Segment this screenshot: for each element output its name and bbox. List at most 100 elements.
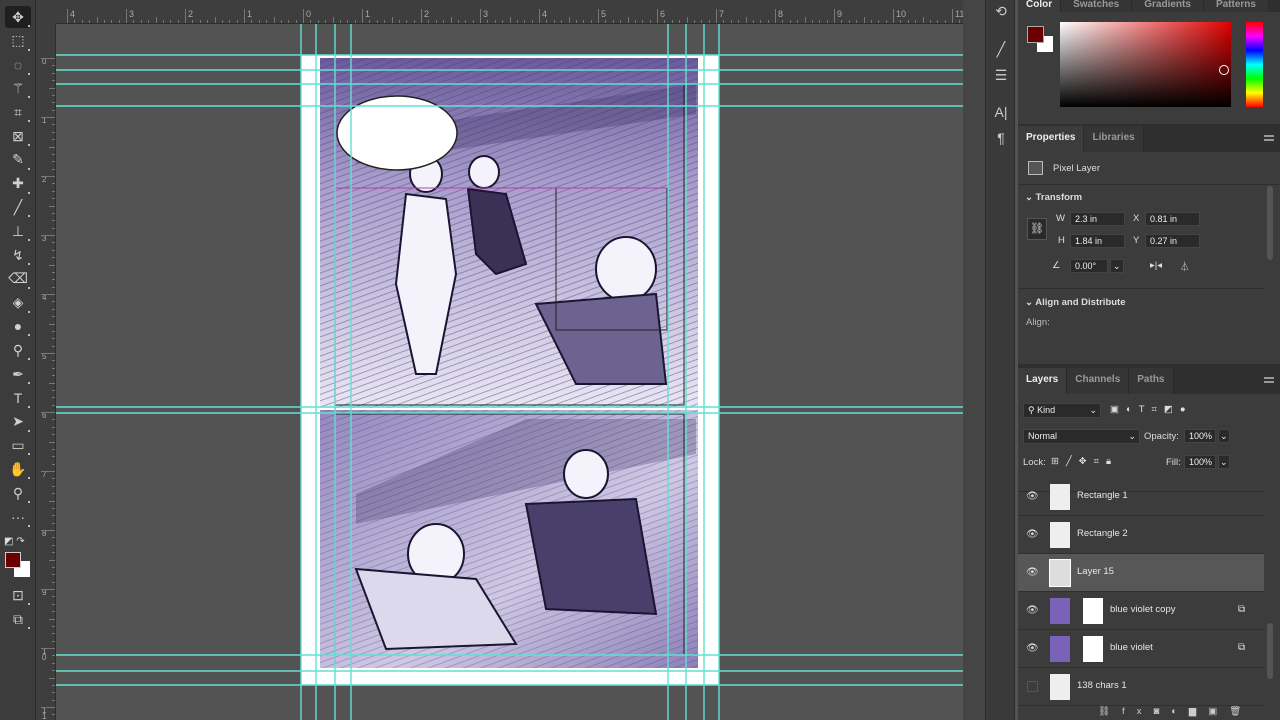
y-field[interactable]: 0.27 in bbox=[1145, 234, 1200, 248]
right-panels: Color Swatches Gradients Patterns Proper… bbox=[1018, 0, 1280, 720]
tab-libraries[interactable]: Libraries bbox=[1084, 126, 1144, 152]
hand-tool[interactable]: ✋ bbox=[5, 458, 31, 480]
layer-row[interactable]: 👁︎ blue violet copy ⧉ bbox=[1018, 592, 1264, 630]
layer-name[interactable]: blue violet bbox=[1110, 642, 1153, 653]
angle-field[interactable]: 0.00° bbox=[1070, 259, 1108, 273]
layer-row[interactable]: 👁︎ Rectangle 2 bbox=[1018, 516, 1264, 554]
history-brush-tool[interactable]: ↯ bbox=[5, 244, 31, 266]
opacity-dropdown[interactable]: ⌄ bbox=[1218, 429, 1230, 443]
comic-page-artwork[interactable] bbox=[56, 24, 963, 720]
quick-mask-button[interactable]: ⊡ bbox=[5, 584, 31, 606]
panel-dock-gap bbox=[963, 0, 985, 720]
flip-horizontal-icon[interactable]: ▸|◂ bbox=[1150, 260, 1162, 271]
panel-menu-icon[interactable] bbox=[1264, 377, 1274, 383]
width-field[interactable]: 2.3 in bbox=[1070, 212, 1125, 226]
character-icon[interactable]: A| bbox=[990, 101, 1012, 123]
color-picker-cursor[interactable] bbox=[1219, 65, 1229, 75]
screen-mode-button[interactable]: ⧉ bbox=[5, 608, 31, 630]
layer-row[interactable]: 👁︎ Layer 15 bbox=[1018, 554, 1264, 592]
visibility-toggle-empty[interactable] bbox=[1027, 681, 1038, 692]
layers-panel: Layers Channels Paths ⚲ Kind ⌄ ▣◐T⌗◩● No… bbox=[1018, 368, 1280, 720]
ruler-top-label: 1 bbox=[247, 9, 253, 19]
healing-brush-tool[interactable]: ✚ bbox=[5, 173, 31, 195]
ruler-left-label: 5 bbox=[42, 352, 47, 361]
ruler-left-label: 3 bbox=[42, 234, 47, 243]
layer-filter-kind[interactable]: ⚲ Kind ⌄ bbox=[1023, 403, 1101, 418]
dodge-tool[interactable]: ⚲ bbox=[5, 339, 31, 361]
marquee-tool[interactable]: ⬚ bbox=[5, 30, 31, 52]
hue-slider[interactable] bbox=[1246, 22, 1263, 107]
paragraph-icon[interactable]: ¶ bbox=[990, 127, 1012, 149]
ruler-left[interactable]: 0 1 2 3 4 5 6 7 8 9 10 11 bbox=[36, 24, 56, 720]
lasso-tool[interactable]: ◌ bbox=[5, 54, 31, 76]
ruler-top-label: 3 bbox=[129, 9, 135, 19]
adjustments-icon[interactable]: ☰ bbox=[990, 64, 1012, 86]
flip-vertical-icon[interactable]: ⏃ bbox=[1180, 259, 1190, 273]
history-icon[interactable]: ⟲ bbox=[990, 0, 1012, 22]
angle-dropdown[interactable]: ⌄ bbox=[1110, 259, 1124, 273]
layers-scrollbar[interactable] bbox=[1267, 623, 1273, 679]
layer-row[interactable]: 👁︎ blue violet ⧉ bbox=[1018, 630, 1264, 668]
document-canvas[interactable] bbox=[56, 24, 963, 720]
tab-properties[interactable]: Properties bbox=[1018, 126, 1085, 152]
transform-section-toggle[interactable]: ⌄ Transform bbox=[1025, 192, 1082, 203]
fill-field[interactable]: 100% bbox=[1184, 455, 1216, 469]
tab-color[interactable]: Color bbox=[1018, 0, 1062, 12]
properties-scrollbar[interactable] bbox=[1267, 186, 1273, 260]
tab-swatches[interactable]: Swatches bbox=[1061, 0, 1133, 12]
move-tool[interactable]: ✥ bbox=[5, 6, 31, 28]
layer-name[interactable]: Rectangle 2 bbox=[1077, 528, 1128, 539]
tab-channels[interactable]: Channels bbox=[1067, 368, 1130, 394]
panel-menu-icon[interactable] bbox=[1264, 135, 1274, 141]
layer-name[interactable]: Layer 15 bbox=[1077, 566, 1114, 577]
foreground-color-swatch[interactable] bbox=[1027, 26, 1044, 43]
visibility-eye-icon[interactable]: 👁︎ bbox=[1026, 529, 1039, 540]
clone-stamp-tool[interactable]: ⊥ bbox=[5, 220, 31, 242]
tab-patterns[interactable]: Patterns bbox=[1203, 0, 1269, 12]
visibility-eye-icon[interactable]: 👁︎ bbox=[1026, 567, 1039, 578]
path-selection-tool[interactable]: ➤ bbox=[5, 411, 31, 433]
layer-actions-bar[interactable]: ⛓fx◙◐▆▣🗑︎ bbox=[1098, 706, 1253, 718]
brush-settings-icon[interactable]: ╱ bbox=[990, 38, 1012, 60]
align-section-toggle[interactable]: ⌄ Align and Distribute bbox=[1025, 297, 1126, 308]
lock-icons[interactable]: ⊞╱✥⌗🔒︎ bbox=[1051, 456, 1118, 467]
eyedropper-tool[interactable]: ✎ bbox=[5, 149, 31, 171]
rectangle-tool[interactable]: ▭ bbox=[5, 434, 31, 456]
type-tool[interactable]: T bbox=[5, 387, 31, 409]
visibility-eye-icon[interactable]: 👁︎ bbox=[1026, 605, 1039, 616]
layer-name[interactable]: Rectangle 1 bbox=[1077, 490, 1128, 501]
fill-dropdown[interactable]: ⌄ bbox=[1218, 455, 1230, 469]
tab-paths[interactable]: Paths bbox=[1129, 368, 1174, 394]
crop-tool[interactable]: ⌗ bbox=[5, 101, 31, 123]
blur-tool[interactable]: ● bbox=[5, 315, 31, 337]
eraser-tool[interactable]: ⌫ bbox=[5, 268, 31, 290]
tab-layers[interactable]: Layers bbox=[1018, 368, 1068, 394]
tab-gradients[interactable]: Gradients bbox=[1132, 0, 1204, 12]
swap-colors-icon[interactable]: ◩ ↷ bbox=[4, 536, 25, 547]
visibility-eye-icon[interactable]: 👁︎ bbox=[1026, 491, 1039, 502]
color-field[interactable] bbox=[1060, 22, 1231, 107]
zoom-tool[interactable]: ⚲ bbox=[5, 482, 31, 504]
more-tools[interactable]: ··· bbox=[5, 506, 31, 528]
layer-row[interactable]: 👁︎ Rectangle 1 bbox=[1018, 478, 1264, 516]
layer-mask-thumbnail[interactable] bbox=[1083, 598, 1103, 624]
frame-tool[interactable]: ⊠ bbox=[5, 125, 31, 147]
brush-tool[interactable]: ╱ bbox=[5, 196, 31, 218]
height-field[interactable]: 1.84 in bbox=[1070, 234, 1125, 248]
layer-name[interactable]: blue violet copy bbox=[1110, 604, 1175, 615]
foreground-color-swatch[interactable] bbox=[5, 552, 21, 568]
layer-mask-thumbnail[interactable] bbox=[1083, 636, 1103, 662]
ruler-left-label: 8 bbox=[42, 529, 47, 538]
magic-wand-tool[interactable]: ⚚ bbox=[5, 77, 31, 99]
visibility-eye-icon[interactable]: 👁︎ bbox=[1026, 643, 1039, 654]
paint-bucket-tool[interactable]: ◈ bbox=[5, 292, 31, 314]
filter-type-icons[interactable]: ▣◐T⌗◩● bbox=[1110, 404, 1193, 415]
pen-tool[interactable]: ✒ bbox=[5, 363, 31, 385]
opacity-field[interactable]: 100% bbox=[1184, 429, 1216, 443]
layer-row[interactable]: 138 chars 1 bbox=[1018, 668, 1264, 706]
x-field[interactable]: 0.81 in bbox=[1145, 212, 1200, 226]
layer-name[interactable]: 138 chars 1 bbox=[1077, 680, 1127, 691]
blend-mode-select[interactable]: Normal ⌄ bbox=[1023, 429, 1140, 444]
ruler-top[interactable]: 432101234567891011 bbox=[56, 0, 963, 24]
link-proportions-icon[interactable]: ⛓ bbox=[1027, 218, 1047, 240]
